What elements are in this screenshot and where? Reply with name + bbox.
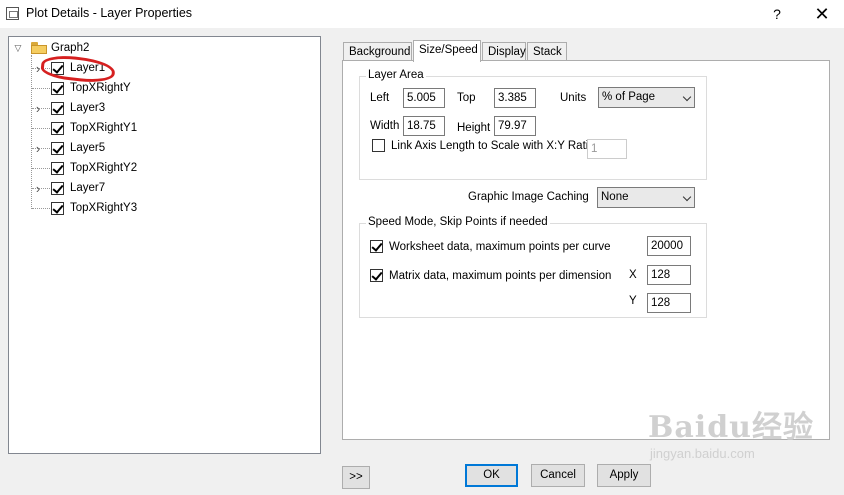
layer-area-group: Layer Area Left 5.005 Top 3.385 Units % … bbox=[359, 69, 707, 180]
tree-item-label: Layer5 bbox=[70, 142, 106, 154]
tree-line bbox=[31, 55, 32, 209]
link-axis-label: Link Axis Length to Scale with X:Y Ratio bbox=[391, 139, 595, 152]
tree-item-checkbox[interactable] bbox=[51, 201, 64, 215]
tab-background[interactable]: Background bbox=[343, 42, 412, 61]
tree-item-5[interactable]: TopXRightY2 bbox=[33, 159, 137, 177]
apply-button[interactable]: Apply bbox=[597, 464, 651, 487]
tree-item-checkbox[interactable] bbox=[51, 101, 64, 115]
tree-item-3[interactable]: TopXRightY1 bbox=[33, 119, 137, 137]
chevron-down-icon bbox=[682, 92, 692, 102]
units-select[interactable]: % of Page bbox=[598, 87, 695, 108]
ok-button[interactable]: OK bbox=[465, 464, 518, 487]
collapse-icon[interactable]: ▽ bbox=[13, 43, 23, 54]
tree-item-checkbox[interactable] bbox=[51, 161, 64, 175]
tree-node-label: Graph2 bbox=[51, 42, 90, 54]
expand-icon[interactable]: › bbox=[33, 181, 43, 196]
top-label: Top bbox=[457, 92, 476, 104]
caching-select[interactable]: None bbox=[597, 187, 695, 208]
expand-icon[interactable]: › bbox=[33, 141, 43, 156]
chevron-down-icon bbox=[682, 192, 692, 202]
worksheet-max-input[interactable]: 20000 bbox=[647, 236, 691, 256]
tree-item-label: Layer3 bbox=[70, 102, 106, 114]
worksheet-checkbox[interactable] bbox=[370, 240, 383, 253]
tab-size-speed[interactable]: Size/Speed bbox=[413, 40, 481, 62]
tree-item-checkbox[interactable] bbox=[51, 81, 64, 95]
group-title: Speed Mode, Skip Points if needed bbox=[366, 216, 550, 228]
tree-item-6[interactable]: › Layer7 bbox=[33, 179, 105, 197]
worksheet-label: Worksheet data, maximum points per curve bbox=[389, 240, 611, 253]
x-label: X bbox=[629, 269, 637, 281]
folder-icon bbox=[31, 42, 47, 54]
window-icon bbox=[6, 7, 19, 20]
link-axis-checkbox[interactable] bbox=[372, 139, 385, 152]
units-label: Units bbox=[560, 92, 587, 104]
width-label: Width bbox=[370, 120, 400, 132]
matrix-x-input[interactable]: 128 bbox=[647, 265, 691, 285]
watermark-text: Baidu经验 bbox=[648, 410, 814, 445]
tree-item-label: TopXRightY3 bbox=[70, 202, 138, 214]
left-label: Left bbox=[370, 92, 390, 104]
layer-tree[interactable]: ▽ Graph2 › Layer1 TopXRightY › Layer3 TopXRig… bbox=[8, 36, 321, 454]
tree-item-label: TopXRightY bbox=[70, 82, 131, 94]
watermark-url: jingyan.baidu.com bbox=[650, 446, 755, 461]
baidu-watermark-logo: Baidu经验 jingyan.baidu.com bbox=[648, 402, 814, 461]
tree-item-2[interactable]: › Layer3 bbox=[33, 99, 105, 117]
group-title: Layer Area bbox=[366, 69, 426, 81]
height-label: Height bbox=[457, 122, 491, 134]
matrix-y-input[interactable]: 128 bbox=[647, 293, 691, 313]
tree-node-graph2[interactable]: ▽ Graph2 bbox=[13, 39, 89, 57]
units-value: % of Page bbox=[602, 91, 656, 103]
window-title: Plot Details - Layer Properties bbox=[26, 6, 193, 20]
tree-item-label: TopXRightY2 bbox=[70, 162, 138, 174]
y-label: Y bbox=[629, 295, 637, 307]
caching-value: None bbox=[601, 191, 629, 203]
top-input[interactable]: 3.385 bbox=[494, 88, 536, 108]
size-speed-panel: Layer Area Left 5.005 Top 3.385 Units % … bbox=[342, 60, 830, 440]
title-bar: Plot Details - Layer Properties ? ✕ bbox=[0, 0, 844, 28]
cancel-button[interactable]: Cancel bbox=[531, 464, 585, 487]
link-axis-checkbox-row[interactable]: Link Axis Length to Scale with X:Y Ratio bbox=[372, 139, 595, 152]
matrix-checkbox[interactable] bbox=[370, 269, 383, 282]
ratio-input: 1 bbox=[587, 139, 627, 159]
matrix-checkbox-row[interactable]: Matrix data, maximum points per dimensio… bbox=[370, 269, 611, 282]
speed-mode-group: Speed Mode, Skip Points if needed Worksh… bbox=[359, 216, 707, 318]
tree-item-4[interactable]: › Layer5 bbox=[33, 139, 105, 157]
tree-item-checkbox[interactable] bbox=[51, 121, 64, 135]
worksheet-checkbox-row[interactable]: Worksheet data, maximum points per curve bbox=[370, 240, 611, 253]
height-input[interactable]: 79.97 bbox=[494, 116, 536, 136]
left-input[interactable]: 5.005 bbox=[403, 88, 445, 108]
tab-display[interactable]: Display bbox=[482, 42, 526, 61]
width-input[interactable]: 18.75 bbox=[403, 116, 445, 136]
expand-icon[interactable]: › bbox=[33, 101, 43, 116]
matrix-label: Matrix data, maximum points per dimensio… bbox=[389, 269, 612, 282]
tree-item-checkbox[interactable] bbox=[51, 141, 64, 155]
caching-label: Graphic Image Caching bbox=[468, 191, 589, 203]
tab-stack[interactable]: Stack bbox=[527, 42, 567, 61]
tree-item-checkbox[interactable] bbox=[51, 181, 64, 195]
close-button[interactable]: ✕ bbox=[808, 3, 836, 25]
tree-item-1[interactable]: TopXRightY bbox=[33, 79, 131, 97]
help-button[interactable]: ? bbox=[765, 3, 789, 25]
tree-item-label: TopXRightY1 bbox=[70, 122, 138, 134]
tree-item-label: Layer7 bbox=[70, 182, 106, 194]
tree-item-7[interactable]: TopXRightY3 bbox=[33, 199, 137, 217]
more-button[interactable]: >> bbox=[342, 466, 370, 489]
